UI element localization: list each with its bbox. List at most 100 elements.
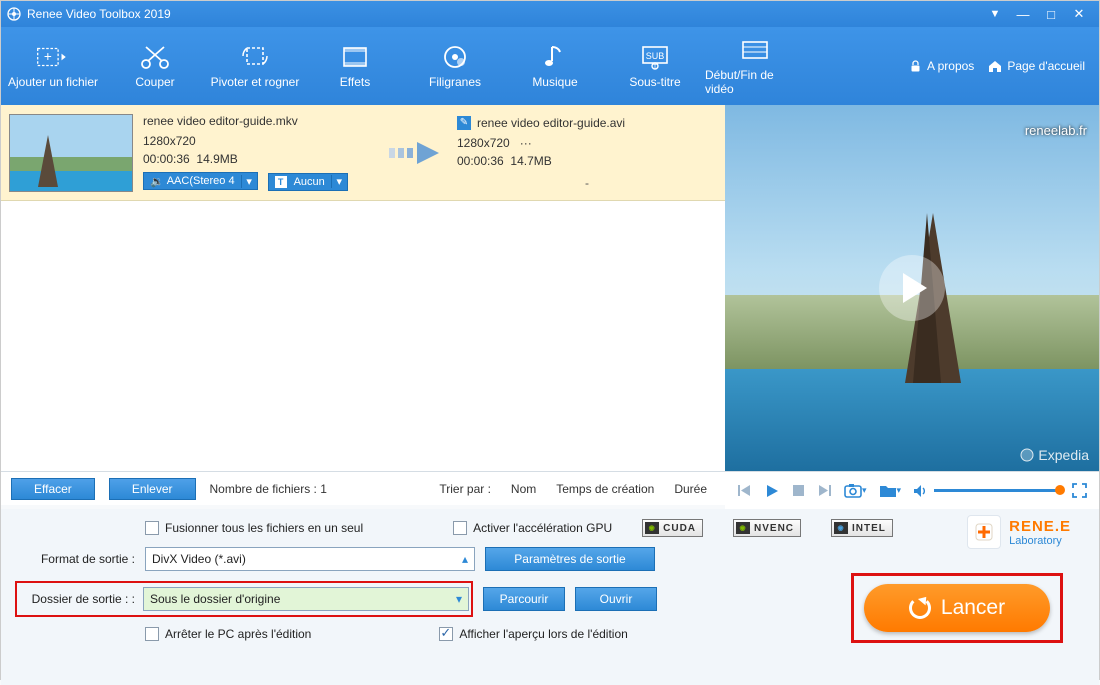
file-row[interactable]: renee video editor-guide.mkv 1280x720 00…	[1, 105, 725, 201]
shutdown-label: Arrêter le PC après l'édition	[165, 627, 311, 641]
music-button[interactable]: Musique	[505, 27, 605, 105]
effects-label: Effets	[340, 75, 370, 89]
watermarks-button[interactable]: Filigranes	[405, 27, 505, 105]
edit-icon[interactable]: ✎	[457, 116, 471, 130]
svg-text:+: +	[44, 49, 52, 64]
launch-label: Lancer	[941, 596, 1005, 620]
close-button[interactable]: ✕	[1065, 6, 1093, 22]
cuda-chip: ◉CUDA	[642, 519, 703, 537]
home-link[interactable]: Page d'accueil	[988, 59, 1085, 73]
main-toolbar: + Ajouter un fichier Couper Pivoter et r…	[1, 27, 1099, 105]
lock-icon	[909, 60, 922, 73]
add-file-label: Ajouter un fichier	[8, 75, 98, 89]
launch-button[interactable]: Lancer	[864, 584, 1050, 632]
gpu-checkbox[interactable]	[453, 521, 467, 535]
subtitle-track-dropdown[interactable]: Aucun ▾	[268, 173, 348, 191]
refresh-icon	[909, 597, 931, 619]
next-button[interactable]	[817, 483, 832, 498]
convert-arrow-icon	[383, 138, 447, 168]
folder-value: Sous le dossier d'origine	[150, 592, 280, 606]
format-dropdown[interactable]: DivX Video (*.avi) ▴	[145, 547, 475, 571]
play-button[interactable]	[764, 483, 780, 499]
add-file-button[interactable]: + Ajouter un fichier	[1, 27, 105, 105]
browse-button[interactable]: Parcourir	[483, 587, 565, 611]
folder-label: Dossier de sortie : :	[19, 592, 135, 606]
audio-track-dropdown[interactable]: 🔉AAC(Stereo 4 ▾	[143, 172, 258, 190]
file-count: Nombre de fichiers : 1	[210, 482, 327, 496]
file-list-pane: renee video editor-guide.mkv 1280x720 00…	[1, 105, 725, 471]
source-size: 14.9MB	[196, 152, 237, 166]
svg-text:SUB: SUB	[646, 51, 665, 61]
subtitle-track-label: Aucun	[294, 176, 325, 188]
stop-button[interactable]	[792, 484, 805, 497]
about-link[interactable]: A propos	[909, 59, 974, 73]
shutdown-checkbox[interactable]	[145, 627, 159, 641]
minimize-button[interactable]: —	[1009, 7, 1037, 22]
chevron-down-icon: ▾	[241, 175, 257, 188]
about-label: A propos	[927, 59, 974, 73]
titlebar: Renee Video Toolbox 2019 ▼ — □ ✕	[1, 1, 1099, 27]
scissors-icon	[138, 43, 172, 71]
volume-slider[interactable]	[934, 489, 1060, 492]
app-logo-icon	[7, 7, 21, 21]
chevron-down-icon: ▾	[331, 175, 347, 188]
maximize-button[interactable]: □	[1037, 7, 1065, 22]
source-thumbnail	[9, 114, 133, 192]
brand-logo: RENE.ELaboratory	[967, 515, 1071, 549]
merge-checkbox[interactable]	[145, 521, 159, 535]
cut-label: Couper	[135, 75, 174, 89]
fullscreen-button[interactable]	[1072, 483, 1087, 498]
source-dimensions: 1280x720	[143, 134, 373, 148]
preview-pane: reneelab.fr Expedia	[725, 105, 1099, 471]
launch-highlight: Lancer	[851, 573, 1063, 643]
dest-size: 14.7MB	[510, 154, 551, 168]
music-label: Musique	[532, 75, 577, 89]
watermark-bottom-text: Expedia	[1038, 447, 1089, 463]
folder-dropdown[interactable]: Sous le dossier d'origine ▾	[143, 587, 469, 611]
start-end-button[interactable]: Début/Fin de vidéo	[705, 27, 805, 105]
format-value: DivX Video (*.avi)	[152, 552, 246, 566]
chevron-up-icon: ▴	[462, 552, 468, 566]
filmstrip-icon	[338, 43, 372, 71]
sort-by-name[interactable]: Nom	[511, 482, 536, 496]
home-icon	[988, 60, 1002, 73]
show-preview-checkbox[interactable]	[439, 627, 453, 641]
app-title: Renee Video Toolbox 2019	[27, 7, 171, 21]
subtitle-icon: SUBT	[638, 43, 672, 71]
open-button[interactable]: Ouvrir	[575, 587, 657, 611]
open-folder-button[interactable]: ▾	[879, 484, 902, 498]
video-preview[interactable]: reneelab.fr Expedia	[725, 105, 1099, 471]
source-duration: 00:00:36	[143, 152, 190, 166]
brand-text-1: RENE.E	[1009, 518, 1071, 535]
sort-by-duration[interactable]: Durée	[674, 482, 707, 496]
audio-track-label: AAC(Stereo 4	[167, 175, 235, 187]
dest-filename: renee video editor-guide.avi	[477, 116, 625, 130]
watermarks-label: Filigranes	[429, 75, 481, 89]
sort-by-created[interactable]: Temps de création	[556, 482, 654, 496]
intel-chip: ◉INTEL	[831, 519, 893, 537]
play-icon	[903, 273, 927, 303]
remove-button[interactable]: Enlever	[109, 478, 196, 500]
crop-icon	[238, 43, 272, 71]
music-note-icon	[538, 43, 572, 71]
cut-button[interactable]: Couper	[105, 27, 205, 105]
subtitle-label: Sous-titre	[629, 75, 680, 89]
rotate-crop-button[interactable]: Pivoter et rogner	[205, 27, 305, 105]
effects-button[interactable]: Effets	[305, 27, 405, 105]
player-controls: ▾ ▾	[725, 471, 1099, 509]
play-overlay-button[interactable]	[879, 255, 945, 321]
snapshot-button[interactable]: ▾	[844, 483, 867, 498]
dest-duration: 00:00:36	[457, 154, 504, 168]
start-end-icon	[738, 36, 772, 64]
chevron-down-icon: ▾	[456, 592, 462, 606]
volume-icon[interactable]	[913, 484, 928, 498]
watermark-bottom: Expedia	[1020, 447, 1089, 463]
list-footer-bar: Effacer Enlever Nombre de fichiers : 1 T…	[1, 471, 725, 505]
prev-button[interactable]	[737, 483, 752, 498]
dest-dimensions: 1280x720	[457, 136, 510, 150]
clear-button[interactable]: Effacer	[11, 478, 95, 500]
settings-panel: Fusionner tous les fichiers en un seul A…	[1, 509, 1099, 685]
subtitle-button[interactable]: SUBT Sous-titre	[605, 27, 705, 105]
window-menu-icon[interactable]: ▼	[981, 8, 1009, 20]
output-params-button[interactable]: Paramètres de sortie	[485, 547, 655, 571]
